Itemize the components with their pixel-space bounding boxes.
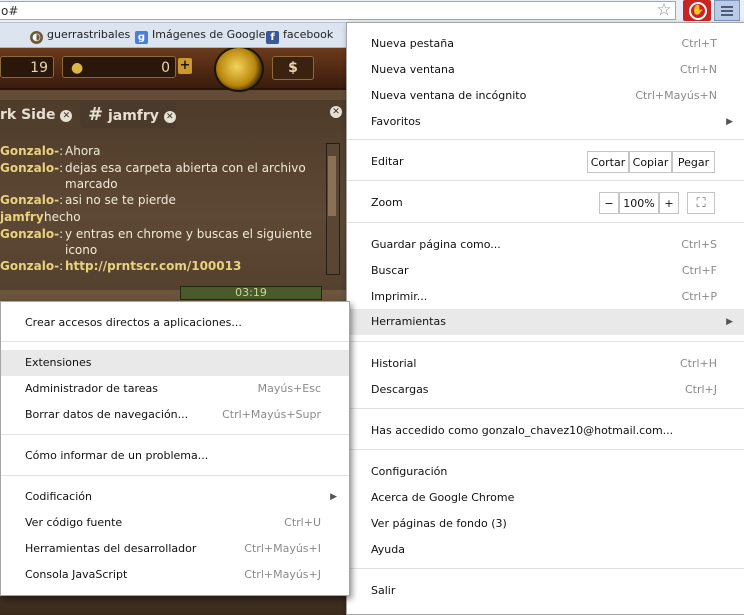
chat-close-icon[interactable]: ✕ xyxy=(330,106,342,118)
menu-divider xyxy=(1,434,349,435)
menu-divider xyxy=(347,222,744,223)
submenu-arrow-icon: ▶ xyxy=(330,492,337,502)
zoom-out-button[interactable]: − xyxy=(599,192,619,214)
chrome-menu-icon[interactable] xyxy=(714,0,740,21)
bookmark-label: Imágenes de Google xyxy=(152,28,266,41)
menu-divider xyxy=(347,341,744,342)
menu-item-about[interactable]: Acerca de Google Chrome xyxy=(347,486,744,510)
menu-item-new-window[interactable]: Nueva ventana Ctrl+N xyxy=(347,58,744,82)
chat-scroll-thumb[interactable] xyxy=(328,156,336,216)
menu-item-tools[interactable]: Herramientas ▶ xyxy=(347,309,744,335)
menu-item-favorites[interactable]: Favoritos ▶ xyxy=(347,110,744,134)
chat-message: Gonzalo-: y entras en chrome y buscas el … xyxy=(0,227,313,257)
menu-item-report-issue[interactable]: Cómo informar de un problema... xyxy=(1,444,349,468)
chat-message: Gonzalo-: asi no se te pierde xyxy=(0,193,176,207)
chat-message: Gonzalo-: dejas esa carpeta abierta con e… xyxy=(0,161,306,191)
chat-tab-jamfry[interactable]: # jamfry ✕ xyxy=(80,102,176,128)
bookmark-guerrastribales[interactable]: ◐ guerrastribales xyxy=(30,26,130,44)
buy-button[interactable]: $ xyxy=(272,56,314,80)
chat-link[interactable]: http://prntscr.com/100013 xyxy=(65,258,320,274)
gold-nugget-icon: ● xyxy=(71,60,84,76)
menu-item-dev-tools[interactable]: Herramientas del desarrollador Ctrl+Mayús… xyxy=(1,537,349,561)
google-g-icon: g xyxy=(135,31,148,44)
menu-item-clear-data[interactable]: Borrar datos de navegación... Ctrl+Mayús+… xyxy=(1,403,349,427)
menu-item-settings[interactable]: Configuración xyxy=(347,460,744,484)
menu-item-zoom: Zoom − 100% + ⛶ xyxy=(347,191,744,215)
menu-item-save-page[interactable]: Guardar página como... Ctrl+S xyxy=(347,233,744,257)
resource-bar: 19 ● 0 + $ xyxy=(0,48,346,92)
bookmark-label: facebook xyxy=(283,28,334,41)
menu-item-extensions[interactable]: Extensiones xyxy=(1,350,349,376)
menu-item-incognito[interactable]: Nueva ventana de incógnito Ctrl+Mayús+N xyxy=(347,84,744,108)
menu-divider xyxy=(1,475,349,476)
close-icon[interactable]: ✕ xyxy=(60,110,73,122)
menu-item-task-manager[interactable]: Administrador de tareas Mayús+Esc xyxy=(1,377,349,401)
zoom-in-button[interactable]: + xyxy=(659,192,679,214)
gold-orb-icon[interactable] xyxy=(214,48,264,92)
menu-item-edit: Editar Cortar Copiar Pegar xyxy=(347,150,744,174)
menu-item-history[interactable]: Historial Ctrl+H xyxy=(347,352,744,376)
bookmark-google-images[interactable]: g Imágenes de Google xyxy=(135,26,265,44)
menu-item-encoding[interactable]: Codificación ▶ xyxy=(1,485,349,509)
tools-submenu: Crear accesos directos a aplicaciones...… xyxy=(0,301,350,596)
zoom-level: 100% xyxy=(619,192,659,214)
hash-icon: # xyxy=(88,104,104,125)
menu-item-new-tab[interactable]: Nueva pestaña Ctrl+T xyxy=(347,32,744,56)
chat-tab-label: rk Side xyxy=(0,107,56,123)
close-icon[interactable]: ✕ xyxy=(163,111,176,123)
menu-divider xyxy=(347,568,744,569)
star-icon[interactable]: ☆ xyxy=(654,0,674,20)
chat-message: jamfry: hecho xyxy=(0,210,81,224)
menu-item-js-console[interactable]: Consola JavaScript Ctrl+Mayús+J xyxy=(1,563,349,587)
chat-tab-label: jamfry xyxy=(107,108,159,124)
bookmark-label: guerrastribales xyxy=(47,28,131,41)
menu-item-background-pages[interactable]: Ver páginas de fondo (3) xyxy=(347,512,744,536)
menu-item-signed-in[interactable]: Has accedido como gonzalo_chavez10@hotma… xyxy=(347,419,744,443)
gold-value: 0 xyxy=(161,60,170,76)
menu-divider xyxy=(1,341,349,342)
bookmark-facebook[interactable]: f facebook xyxy=(266,26,333,44)
menu-divider xyxy=(347,408,744,409)
menu-item-find[interactable]: Buscar Ctrl+F xyxy=(347,259,744,283)
menu-item-print[interactable]: Imprimir... Ctrl+P xyxy=(347,285,744,309)
paste-button[interactable]: Pegar xyxy=(672,151,715,173)
chat-message: Gonzalo-: Ahora xyxy=(0,144,101,158)
menu-divider xyxy=(347,139,744,140)
chrome-main-menu: Nueva pestaña Ctrl+T Nueva ventana Ctrl+N … xyxy=(346,22,744,615)
omnibox-bar: o# ☆ ✋ xyxy=(0,0,744,23)
menu-divider xyxy=(347,180,744,181)
menu-item-exit[interactable]: Salir xyxy=(347,579,744,603)
gold-counter: ● 0 xyxy=(62,56,176,78)
menu-item-downloads[interactable]: Descargas Ctrl+J xyxy=(347,378,744,402)
cut-button[interactable]: Cortar xyxy=(587,151,629,173)
facebook-f-icon: f xyxy=(266,31,279,44)
menu-item-view-source[interactable]: Ver código fuente Ctrl+U xyxy=(1,511,349,535)
resource-counter: 19 xyxy=(0,56,54,78)
stop-extension-icon[interactable]: ✋ xyxy=(683,0,711,21)
timer-bar: 03:19 xyxy=(180,286,322,300)
chat-tab-darkside[interactable]: rk Side ✕ xyxy=(0,102,76,128)
chat-message: Gonzalo-: http://prntscr.com/100013 xyxy=(0,258,320,274)
submenu-arrow-icon: ▶ xyxy=(726,317,733,327)
submenu-arrow-icon: ▶ xyxy=(726,117,733,127)
url-field[interactable]: o# xyxy=(0,1,676,20)
menu-item-create-shortcuts[interactable]: Crear accesos directos a aplicaciones... xyxy=(1,311,349,335)
menu-item-help[interactable]: Ayuda xyxy=(347,538,744,562)
add-gold-button[interactable]: + xyxy=(178,58,192,74)
guerrastribales-favicon: ◐ xyxy=(30,31,43,44)
copy-button[interactable]: Copiar xyxy=(629,151,672,173)
fullscreen-icon[interactable]: ⛶ xyxy=(687,192,715,214)
bookmarks-bar: ◐ guerrastribales g Imágenes de Google f fa… xyxy=(0,23,350,48)
menu-divider xyxy=(347,449,744,450)
